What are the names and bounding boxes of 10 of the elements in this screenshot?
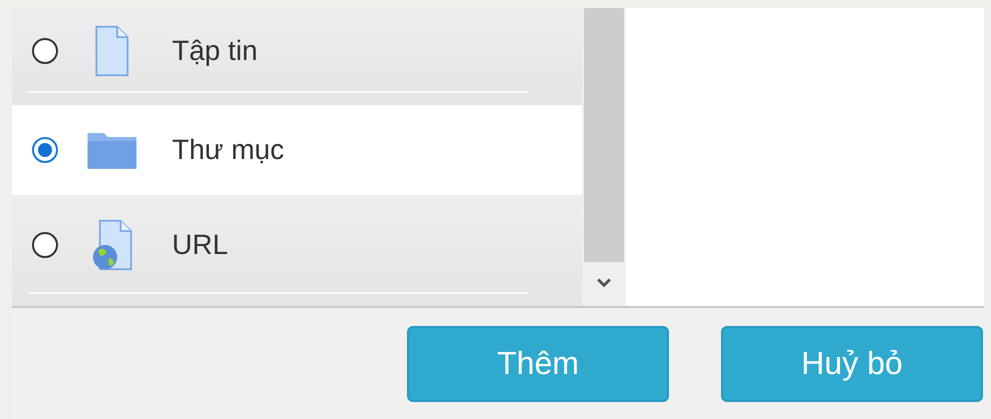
- option-label: URL: [172, 228, 228, 260]
- scrollbar[interactable]: [582, 8, 626, 306]
- radio-button[interactable]: [32, 38, 58, 64]
- option-label: Tập tin: [172, 34, 258, 66]
- option-label: Thư mục: [172, 134, 284, 166]
- radio-button[interactable]: [32, 232, 58, 258]
- radio-button[interactable]: [32, 137, 58, 163]
- option-row[interactable]: URL: [12, 195, 582, 306]
- chevron-down-icon[interactable]: [597, 278, 611, 288]
- option-row[interactable]: Tập tin: [12, 8, 582, 105]
